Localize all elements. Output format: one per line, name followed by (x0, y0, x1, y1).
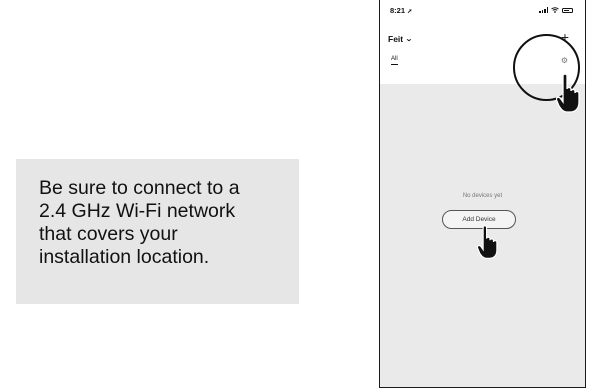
instruction-line: 2.4 GHz Wi-Fi network (39, 200, 236, 222)
instruction-callout: Be sure to connect to a 2.4 GHz Wi-Fi ne… (16, 159, 299, 304)
home-name: Feit (388, 34, 404, 44)
instruction-line: that covers your (39, 223, 178, 245)
pointing-hand-icon (556, 73, 580, 113)
instruction-line: Be sure to connect to a (39, 177, 240, 199)
status-bar: 8:21 ➚ (380, 0, 585, 20)
signal-icon (539, 7, 548, 13)
location-arrow-icon: ➚ (407, 9, 413, 15)
status-time-text: 8:21 (390, 6, 406, 15)
instruction-text: Be sure to connect to a 2.4 GHz Wi-Fi ne… (39, 177, 299, 269)
home-selector[interactable]: Feit ⌄ (388, 34, 413, 44)
instruction-line: installation location. (39, 246, 210, 268)
status-icons (539, 7, 573, 13)
pointing-hand-icon (477, 225, 498, 259)
empty-state-message: No devices yet (462, 193, 503, 199)
status-time: 8:21 ➚ (390, 6, 412, 15)
wifi-icon (551, 7, 559, 13)
battery-icon (562, 8, 573, 13)
chevron-down-icon: ⌄ (405, 36, 413, 43)
tab-all[interactable]: All (391, 56, 398, 65)
